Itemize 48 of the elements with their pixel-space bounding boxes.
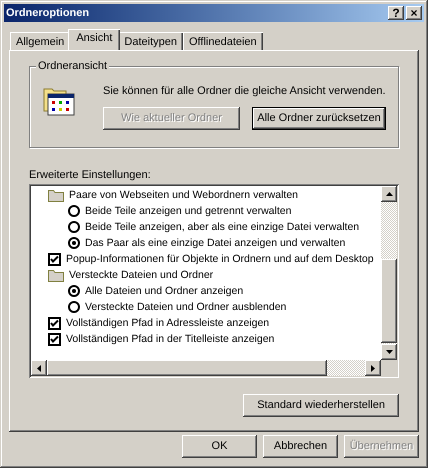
option-label: Versteckte Dateien und Ordner ausblenden: [85, 302, 286, 312]
settings-label: Erweiterte Einstellungen:: [29, 168, 152, 182]
down-arrow-icon: [386, 350, 392, 354]
right-arrow-icon: [371, 364, 375, 372]
scroll-right-button[interactable]: [365, 360, 381, 376]
checkbox[interactable]: [48, 252, 61, 266]
option-label: Paare von Webseiten und Webordnern verwalten: [69, 190, 298, 200]
option-label: Popup-Informationen für Objekte in Ordnern und auf dem Desktop: [66, 254, 374, 264]
tab[interactable]: Allgemein: [10, 32, 70, 50]
radio-button[interactable]: [68, 237, 80, 249]
option-label: Alle Dateien und Ordner anzeigen: [85, 286, 244, 296]
close-button[interactable]: ×: [406, 6, 422, 20]
folder-icon: [48, 268, 64, 282]
tab[interactable]: Offlinedateien: [182, 32, 263, 50]
option-label: Beide Teile anzeigen, aber als eine einzige Datei verwalten: [85, 222, 360, 232]
reset-folders-button[interactable]: Alle Ordner zurücksetzen: [252, 107, 386, 130]
radio-button[interactable]: [68, 221, 80, 233]
tab[interactable]: Ansicht: [68, 29, 120, 50]
restore-defaults-button[interactable]: Standard wiederherstellen: [243, 394, 399, 417]
radio-button[interactable]: [68, 205, 80, 217]
folder-icon: [48, 188, 64, 202]
checkbox[interactable]: [48, 332, 61, 346]
option-label: Vollständigen Pfad in Adressleiste anzeigen: [66, 318, 270, 328]
window-title: Ordneroptionen: [6, 8, 90, 18]
option-label: Vollständigen Pfad in der Titelleiste anzeigen: [66, 334, 274, 344]
settings-list[interactable]: [29, 184, 399, 378]
help-button[interactable]: ?: [388, 6, 404, 20]
checkbox[interactable]: [48, 316, 61, 330]
dialog-button[interactable]: OK: [182, 435, 257, 458]
option-label: Das Paar als eine einzige Datei anzeigen und verwalten: [85, 238, 346, 248]
scroll-down-button[interactable]: [381, 344, 397, 360]
radio-button[interactable]: [68, 285, 80, 297]
left-arrow-icon: [37, 364, 41, 372]
horizontal-scrollbar[interactable]: [31, 360, 381, 376]
option-label: Beide Teile anzeigen und getrennt verwalten: [85, 206, 292, 216]
scroll-thumb[interactable]: [381, 259, 397, 343]
scroll-thumb[interactable]: [47, 360, 327, 376]
folder-view-icon: [43, 86, 76, 116]
up-arrow-icon: [386, 192, 392, 196]
dialog-button[interactable]: Abbrechen: [263, 435, 338, 458]
scroll-left-button[interactable]: [31, 360, 47, 376]
scrollbar-corner: [381, 360, 397, 376]
description-text: Sie können für alle Ordner die gleiche Ansicht verwenden.: [103, 84, 386, 98]
vertical-scrollbar[interactable]: [381, 186, 397, 360]
tab[interactable]: Dateitypen: [118, 32, 183, 50]
scroll-up-button[interactable]: [381, 186, 397, 202]
radio-button[interactable]: [68, 301, 80, 313]
option-label: Versteckte Dateien und Ordner: [69, 270, 214, 280]
